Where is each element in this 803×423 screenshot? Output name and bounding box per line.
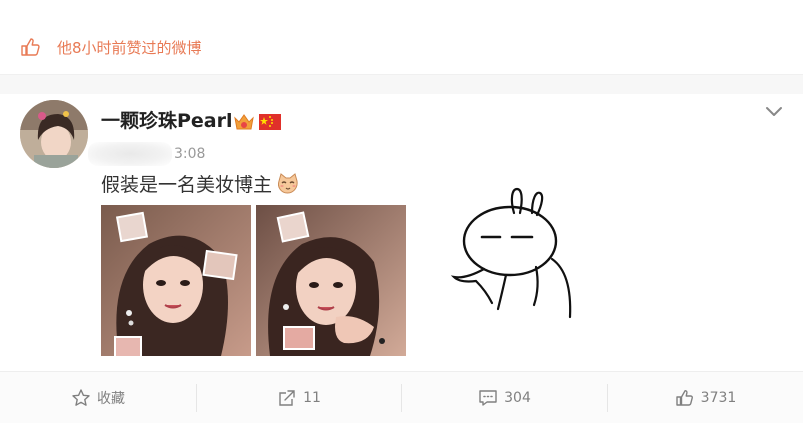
thumbs-up-icon bbox=[675, 390, 693, 406]
liked-banner: 他8小时前赞过的微博 bbox=[0, 0, 803, 75]
rabbit-doodle-sticker bbox=[450, 187, 572, 319]
post-photo[interactable] bbox=[256, 205, 406, 356]
favorite-label: 收藏 bbox=[97, 391, 125, 407]
comment-count: 304 bbox=[504, 390, 531, 406]
like-button[interactable]: 3731 bbox=[608, 372, 803, 423]
comment-button[interactable]: 304 bbox=[402, 372, 607, 423]
repost-count: 11 bbox=[303, 390, 321, 406]
card-separator bbox=[0, 75, 803, 94]
vip-crown-icon bbox=[234, 114, 254, 130]
comment-icon bbox=[479, 390, 497, 406]
star-icon bbox=[72, 389, 90, 406]
china-flag-icon bbox=[259, 114, 281, 130]
liked-banner-text: 他8小时前赞过的微博 bbox=[57, 39, 202, 57]
cat-face-emoji bbox=[278, 173, 298, 194]
post-photo[interactable] bbox=[101, 205, 251, 356]
repost-button[interactable]: 11 bbox=[197, 372, 401, 423]
share-icon bbox=[279, 390, 295, 406]
post-text: 假装是一名美妆博主 bbox=[101, 174, 273, 196]
avatar[interactable] bbox=[20, 100, 88, 168]
like-count: 3731 bbox=[700, 390, 737, 406]
author-name[interactable]: 一颗珍珠Pearl bbox=[101, 108, 233, 134]
favorite-button[interactable]: 收藏 bbox=[0, 372, 196, 423]
thumbs-up-icon bbox=[21, 38, 40, 56]
post-timestamp[interactable]: 3:08 bbox=[174, 145, 205, 163]
blurred-date bbox=[88, 142, 172, 166]
chevron-down-icon[interactable] bbox=[763, 100, 785, 122]
weibo-feed-card: 他8小时前赞过的微博 一颗珍珠Pearl 3:08 假装是一名美妆博主 收藏 1… bbox=[0, 0, 803, 423]
action-bar: 收藏 11 304 3731 bbox=[0, 371, 803, 423]
